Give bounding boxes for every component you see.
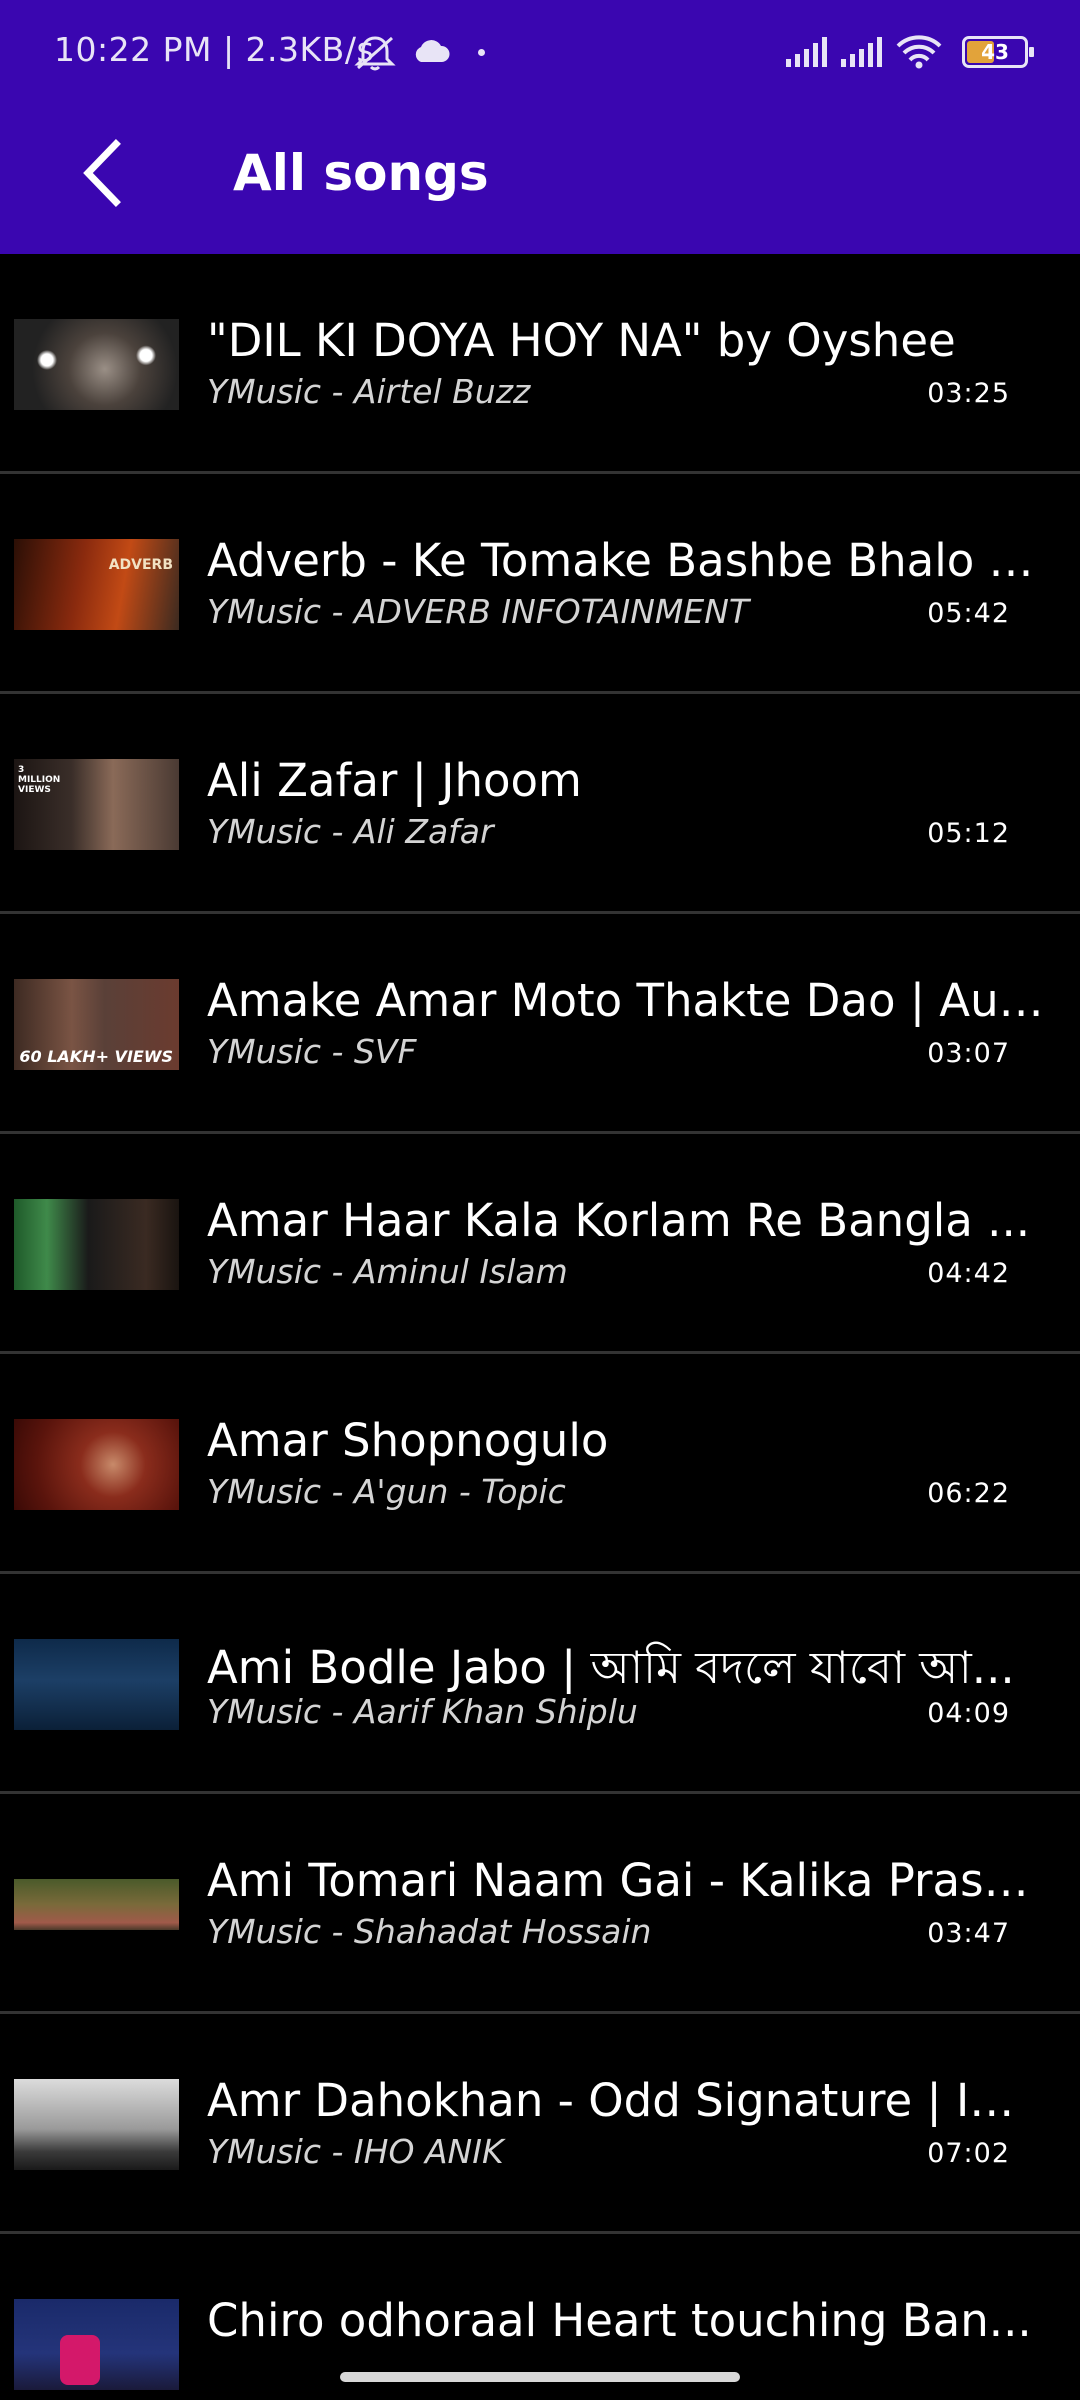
song-artist: YMusic - IHO ANIK	[207, 2132, 504, 2171]
battery-icon: 43	[962, 36, 1034, 68]
song-thumbnail	[14, 1419, 179, 1510]
status-icons: 43	[786, 30, 1034, 74]
song-artist: YMusic - Shahadat Hossain	[207, 1912, 652, 1951]
music-note-icon	[60, 2335, 100, 2385]
wifi-icon	[896, 35, 942, 69]
song-title: Amar Shopnogulo	[207, 1414, 609, 1467]
song-thumbnail	[14, 1639, 179, 1730]
song-title: Chiro odhoraal Heart touching Ban...	[207, 2294, 1032, 2347]
song-duration: 06:22	[927, 1478, 1010, 1509]
song-row[interactable]: Ami Bodle Jabo | আমি বদলে যাবো আ... YMus…	[0, 1574, 1080, 1794]
app-bar: 10:22 PM | 2.3KB/s 43 All songs	[0, 0, 1080, 254]
song-artist: YMusic - Airtel Buzz	[207, 372, 531, 411]
song-title: Ami Tomari Naam Gai - Kalika Prasa...	[207, 1854, 1045, 1907]
song-row[interactable]: 3 MILLION VIEWS Ali Zafar | Jhoom YMusic…	[0, 694, 1080, 914]
song-thumbnail	[14, 2299, 179, 2390]
song-row[interactable]: Ami Tomari Naam Gai - Kalika Prasa... YM…	[0, 1794, 1080, 2014]
song-title: Adverb - Ke Tomake Bashbe Bhalo | ...	[207, 534, 1045, 587]
back-chevron-left-icon[interactable]	[76, 136, 132, 210]
status-bar: 10:22 PM | 2.3KB/s 43	[0, 0, 1080, 104]
song-artist: YMusic - Aarif Khan Shiplu	[207, 1692, 638, 1731]
song-duration: 04:42	[927, 1258, 1010, 1289]
bell-off-icon	[354, 36, 396, 71]
song-thumbnail	[14, 2079, 179, 2170]
song-duration: 05:42	[927, 598, 1010, 629]
song-row[interactable]: Amar Shopnogulo YMusic - A'gun - Topic 0…	[0, 1354, 1080, 1574]
song-duration: 03:07	[927, 1038, 1010, 1069]
battery-level: 43	[981, 40, 1009, 64]
song-row[interactable]: 60 LAKH+ VIEWS Amake Amar Moto Thakte Da…	[0, 914, 1080, 1134]
song-list: "DIL KI DOYA HOY NA" by Oyshee YMusic - …	[0, 254, 1080, 2400]
song-artist: YMusic - Ali Zafar	[207, 812, 494, 851]
thumbnail-text: 60 LAKH+ VIEWS	[19, 1047, 173, 1066]
song-title: "DIL KI DOYA HOY NA" by Oyshee	[207, 314, 956, 367]
song-duration: 05:12	[927, 818, 1010, 849]
thumbnail-text: ADVERB	[108, 557, 173, 573]
home-indicator[interactable]	[340, 2372, 740, 2382]
signal-icon	[841, 37, 882, 67]
signal-icon	[786, 37, 827, 67]
cloud-icon	[415, 40, 450, 62]
song-thumbnail: 3 MILLION VIEWS	[14, 759, 179, 850]
song-duration: 03:25	[927, 378, 1010, 409]
song-artist: YMusic - ADVERB INFOTAINMENT	[207, 592, 750, 631]
song-duration: 03:47	[927, 1918, 1010, 1949]
song-artist: YMusic - SVF	[207, 1032, 417, 1071]
song-duration: 07:02	[927, 2138, 1010, 2169]
song-thumbnail: ADVERB	[14, 539, 179, 630]
song-duration: 04:09	[927, 1698, 1010, 1729]
song-title: Ali Zafar | Jhoom	[207, 754, 582, 807]
song-thumbnail	[14, 1859, 179, 1950]
song-artist: YMusic - A'gun - Topic	[207, 1472, 566, 1511]
song-title: Amr Dahokhan - Odd Signature | IH...	[207, 2074, 1045, 2127]
song-title: Amake Amar Moto Thakte Dao | Aut...	[207, 974, 1045, 1027]
song-thumbnail: 60 LAKH+ VIEWS	[14, 979, 179, 1070]
status-time-speed: 10:22 PM | 2.3KB/s	[54, 30, 375, 69]
song-thumbnail	[14, 1199, 179, 1290]
song-title: Amar Haar Kala Korlam Re Bangla ...	[207, 1194, 1031, 1247]
song-row[interactable]: "DIL KI DOYA HOY NA" by Oyshee YMusic - …	[0, 254, 1080, 474]
page-title: All songs	[233, 144, 489, 202]
dot-icon	[478, 49, 485, 56]
song-artist: YMusic - Aminul Islam	[207, 1252, 568, 1291]
song-thumbnail	[14, 319, 179, 410]
thumbnail-text: 3 MILLION VIEWS	[18, 765, 61, 795]
song-row[interactable]: Amr Dahokhan - Odd Signature | IH... YMu…	[0, 2014, 1080, 2234]
song-row[interactable]: Amar Haar Kala Korlam Re Bangla ... YMus…	[0, 1134, 1080, 1354]
song-row[interactable]: ADVERB Adverb - Ke Tomake Bashbe Bhalo |…	[0, 474, 1080, 694]
